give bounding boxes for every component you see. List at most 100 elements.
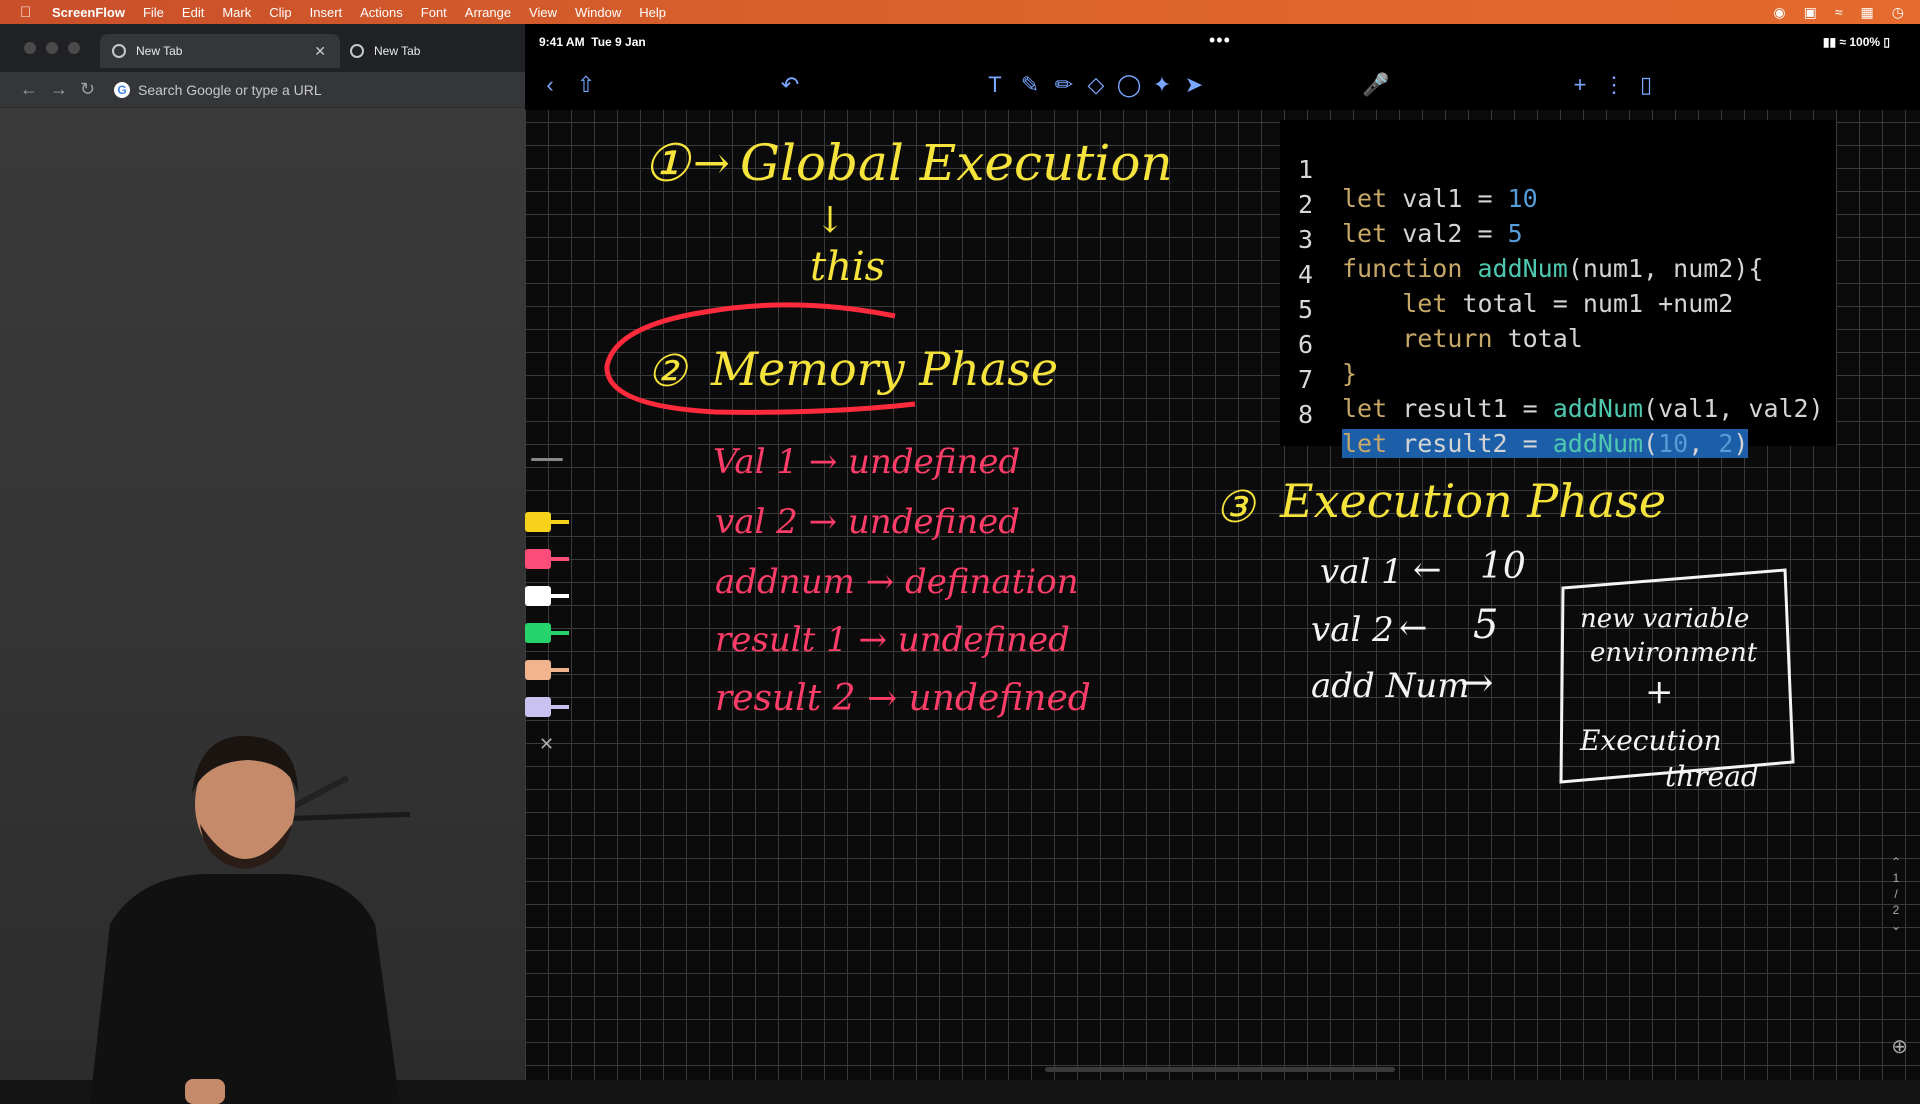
menu-arrange[interactable]: Arrange [465, 5, 511, 20]
control-center-icon[interactable]: ▦ [1861, 4, 1874, 21]
laser-pointer-icon[interactable]: ➤ [1179, 70, 1209, 100]
signal-icon: ▮▮ [1822, 35, 1837, 49]
memory-item: Val 1 → undefined [713, 442, 1021, 482]
ipad-canvas[interactable]: 9:41 AM Tue 9 Jan ••• ▮▮ ≈ 100% ▯ ‹ ⇧ ↶ … [525, 24, 1920, 1080]
undo-icon[interactable]: ↶ [775, 70, 805, 100]
pages-icon[interactable]: ▯ [1631, 70, 1661, 100]
code-token: ) [1733, 429, 1749, 458]
minimize-window-button[interactable] [46, 42, 58, 54]
execution-phase-title: Execution Phase [1280, 474, 1667, 528]
exec-item-left: val 2 [1311, 610, 1394, 650]
code-line-selected[interactable]: 8 let result2 = addNum(10, 2) [1280, 371, 1836, 458]
box-line-2: environment [1590, 638, 1758, 668]
reload-icon[interactable]: ↻ [80, 79, 96, 100]
status-battery: ▮▮ ≈ 100% ▯ [1823, 35, 1890, 49]
memory-item: result 1 → undefined [715, 620, 1070, 660]
address-placeholder: Search Google or type a URL [138, 81, 322, 98]
box-line-3: Execution [1580, 724, 1722, 757]
more-options-icon[interactable]: ⋮ [1599, 70, 1629, 100]
forward-icon[interactable]: → [50, 79, 68, 100]
exec-item-left: add Num [1311, 666, 1470, 706]
highlighter-tool-icon[interactable]: ✏ [1049, 70, 1079, 100]
exec-item-arrow: ← [1413, 550, 1442, 590]
tray-grip[interactable] [531, 458, 563, 461]
multitask-dots-icon[interactable]: ••• [1209, 30, 1231, 51]
chrome-icon [112, 44, 126, 58]
shape-tool-icon[interactable]: ✦ [1147, 70, 1177, 100]
page-indicator[interactable]: ⌃ 1 / 2 ⌄ [1886, 854, 1906, 934]
text-tool-icon[interactable]: T [980, 70, 1010, 100]
code-token: result2 = [1387, 429, 1553, 458]
global-execution-title: Global Execution [740, 134, 1173, 192]
down-arrow: ↓ [815, 200, 846, 241]
total-pages: 2 [1892, 903, 1900, 917]
pen-tool-icon[interactable]: ✎ [1015, 70, 1045, 100]
green-pen[interactable] [525, 623, 573, 643]
code-snippet: 1 let val1 = 10 2 let val2 = 5 3 functio… [1280, 120, 1836, 458]
menu-edit[interactable]: Edit [182, 5, 204, 20]
user-icon[interactable]: ◉ [1773, 4, 1785, 21]
tab-label: New Tab [374, 44, 421, 58]
menu-actions[interactable]: Actions [360, 5, 403, 20]
tab-new-tab-2[interactable]: New Tab [350, 34, 420, 68]
close-tab-icon[interactable]: ✕ [314, 43, 326, 60]
menu-app-name[interactable]: ScreenFlow [52, 5, 125, 20]
clock-icon[interactable]: ◷ [1892, 4, 1904, 21]
back-chevron-icon[interactable]: ‹ [535, 70, 565, 100]
menu-insert[interactable]: Insert [310, 5, 343, 20]
execution-number: ③ [1215, 482, 1255, 533]
pink-pen[interactable] [525, 549, 573, 569]
this-label: this [810, 244, 886, 290]
browser-window: New Tab ✕ New Tab ← → ↻ G Search Google … [0, 24, 525, 1104]
lavender-pen[interactable] [525, 697, 573, 717]
add-icon[interactable]: + [1565, 70, 1595, 100]
exec-item-value: 5 [1473, 602, 1499, 648]
pen-tray: ✕ [525, 450, 573, 754]
microphone-icon[interactable]: 🎤 [1361, 70, 1391, 100]
zoom-window-button[interactable] [68, 42, 80, 54]
yellow-pen[interactable] [525, 512, 573, 532]
tab-new-tab-1[interactable]: New Tab ✕ [100, 34, 340, 68]
status-time-date: 9:41 AM Tue 9 Jan [539, 35, 646, 49]
eraser-tool-icon[interactable]: ◇ [1081, 70, 1111, 100]
global-number: ① [643, 134, 690, 194]
address-row: ← → ↻ G Search Google or type a URL [0, 72, 525, 108]
back-icon[interactable]: ← [20, 79, 38, 100]
exec-item-value: 10 [1480, 546, 1526, 587]
home-indicator [1045, 1067, 1395, 1072]
screen-record-icon[interactable]: ▣ [1804, 4, 1817, 21]
menu-mark[interactable]: Mark [222, 5, 251, 20]
status-time: 9:41 AM [539, 35, 585, 49]
peach-pen[interactable] [525, 660, 573, 680]
menu-help[interactable]: Help [639, 5, 666, 20]
exec-item-left: val 1 [1320, 552, 1403, 592]
memory-item: result 2 → undefined [715, 678, 1091, 719]
memory-number: ② [647, 346, 687, 397]
zoom-icon[interactable]: ⊕ [1891, 1034, 1908, 1059]
menu-view[interactable]: View [529, 5, 557, 20]
code-token: ( [1643, 429, 1659, 458]
menu-font[interactable]: Font [421, 5, 447, 20]
menu-window[interactable]: Window [575, 5, 621, 20]
address-bar[interactable]: G Search Google or type a URL [114, 81, 322, 98]
close-tray-icon[interactable]: ✕ [539, 734, 554, 755]
code-token: 10 [1658, 429, 1689, 458]
box-line-4: thread [1665, 760, 1759, 793]
ipad-status-bar: 9:41 AM Tue 9 Jan ••• ▮▮ ≈ 100% ▯ [525, 24, 1920, 60]
menu-clip[interactable]: Clip [269, 5, 291, 20]
code-line: 4 let total = num1 +num2 [1280, 231, 1836, 318]
share-icon[interactable]: ⇧ [571, 70, 601, 100]
page-separator: / [1894, 887, 1898, 901]
wifi-icon[interactable]: ≈ [1835, 4, 1843, 21]
scroll-up-icon[interactable]: ⌃ [1886, 854, 1906, 870]
apple-menu-icon[interactable]:  [20, 4, 36, 21]
scroll-down-icon[interactable]: ⌄ [1886, 918, 1906, 934]
close-window-button[interactable] [24, 42, 36, 54]
lasso-tool-icon[interactable]: ◯ [1114, 70, 1144, 100]
window-controls [24, 42, 80, 54]
exec-item-arrow: → [1460, 660, 1494, 706]
white-pen[interactable] [525, 586, 573, 606]
code-token: , [1688, 429, 1719, 458]
code-token: 2 [1718, 429, 1734, 458]
menu-file[interactable]: File [143, 5, 164, 20]
